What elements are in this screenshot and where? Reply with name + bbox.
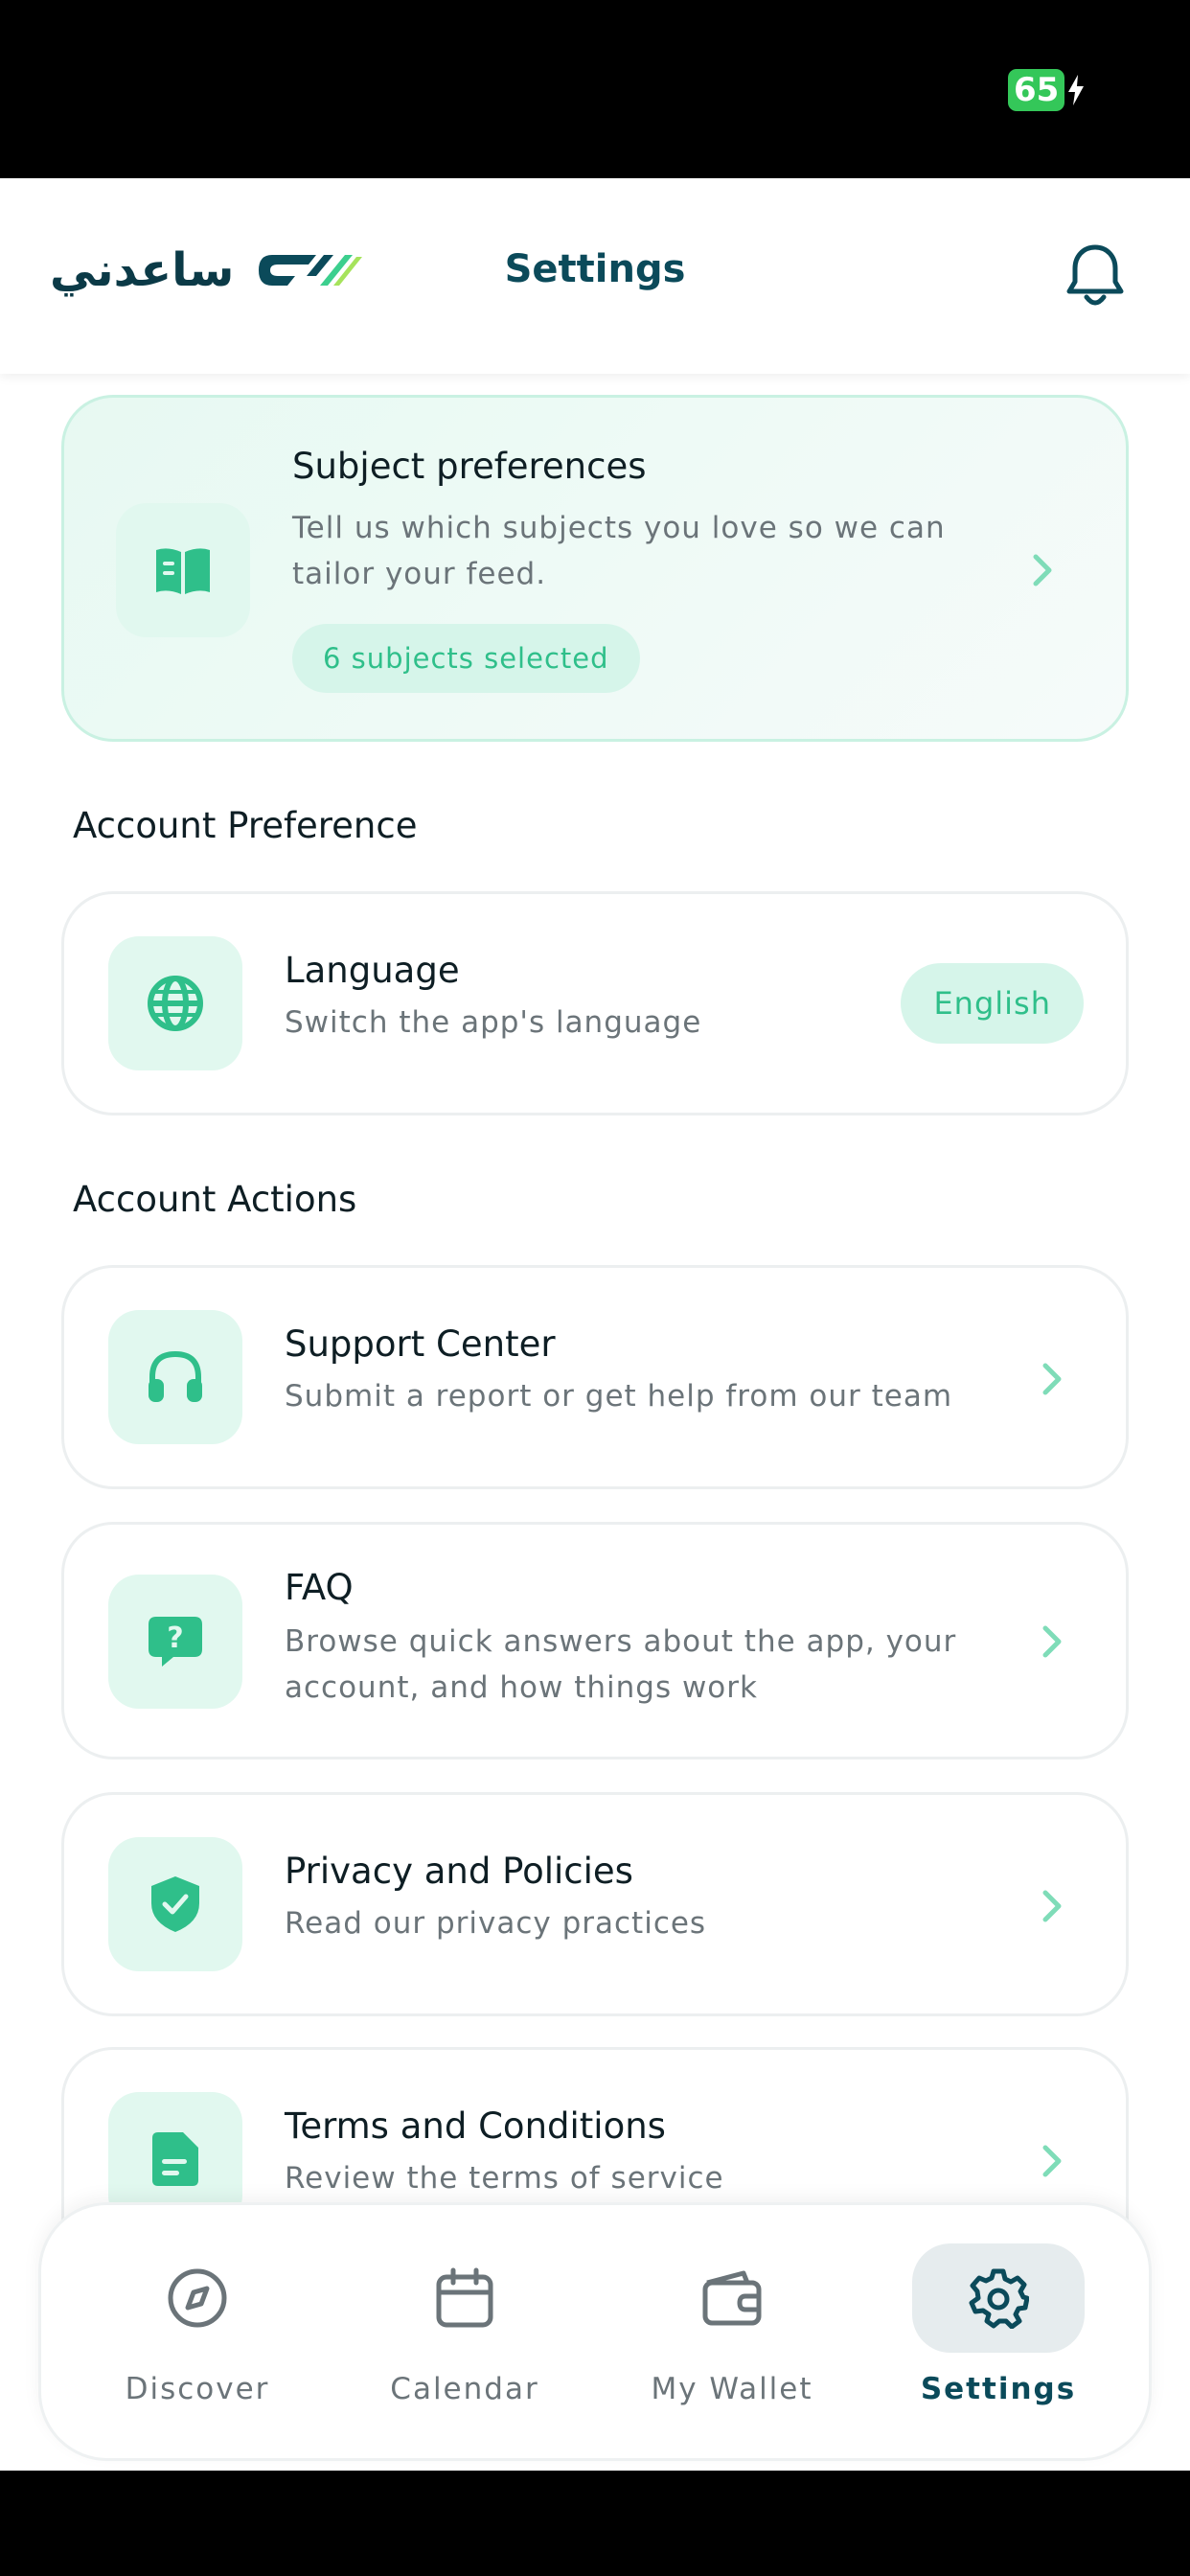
- subjects-selected-badge: 6 subjects selected: [292, 624, 640, 693]
- tab-calendar-label: Calendar: [390, 2372, 539, 2406]
- bell-icon[interactable]: [1064, 242, 1127, 310]
- chevron-right-icon: [1033, 554, 1052, 586]
- language-value-pill[interactable]: English: [901, 963, 1084, 1044]
- home-indicator-area: [0, 2471, 1190, 2576]
- privacy-policies-row[interactable]: Privacy and Policies Read our privacy pr…: [61, 1792, 1129, 2016]
- language-description: Switch the app's language: [285, 1005, 702, 1040]
- tab-settings[interactable]: Settings: [893, 2243, 1104, 2435]
- faq-row[interactable]: ? FAQ Browse quick answers about the app…: [61, 1522, 1129, 1760]
- chevron-right-icon: [1042, 2145, 1062, 2177]
- calendar-icon: [436, 2267, 493, 2328]
- book-open-icon: [156, 548, 210, 594]
- subject-preferences-title: Subject preferences: [292, 446, 647, 487]
- app-screen: ساعدني Settings Subject preferences Tell…: [0, 178, 1190, 2471]
- tab-calendar[interactable]: Calendar: [359, 2243, 570, 2435]
- subject-preferences-description: Tell us which subjects you love so we ca…: [292, 511, 946, 591]
- tab-calendar-icon-wrap: [378, 2243, 551, 2353]
- chevron-right-icon: [1042, 1625, 1062, 1658]
- document-icon: [152, 2132, 198, 2186]
- subject-icon-tile: [116, 503, 250, 637]
- faq-title: FAQ: [285, 1567, 354, 1608]
- battery-indicator: 65: [1008, 69, 1086, 111]
- support-icon-tile: [108, 1310, 242, 1444]
- language-row[interactable]: Language Switch the app's language Engli…: [61, 891, 1129, 1116]
- language-title: Language: [285, 950, 460, 991]
- subject-preferences-card[interactable]: Subject preferences Tell us which subjec…: [61, 395, 1129, 742]
- tab-settings-label: Settings: [920, 2372, 1077, 2406]
- bottom-tab-bar: Discover Calendar My Wallet Settings: [38, 2202, 1152, 2461]
- shield-check-icon: [151, 1876, 199, 1932]
- globe-icon: [148, 976, 203, 1031]
- top-header: ساعدني Settings: [0, 178, 1190, 374]
- settings-content: Subject preferences Tell us which subjec…: [0, 374, 1190, 2367]
- support-center-description: Submit a report or get help from our tea…: [285, 1379, 953, 1414]
- account-actions-heading: Account Actions: [73, 1179, 357, 1220]
- battery-level: 65: [1008, 69, 1065, 111]
- tab-discover-label: Discover: [125, 2372, 270, 2406]
- faq-description: Browse quick answers about the app, your…: [285, 1624, 957, 1705]
- chevron-right-icon: [1042, 1890, 1062, 1922]
- privacy-policies-description: Read our privacy practices: [285, 1906, 707, 1941]
- privacy-policies-title: Privacy and Policies: [285, 1851, 633, 1892]
- support-center-row[interactable]: Support Center Submit a report or get he…: [61, 1265, 1129, 1489]
- page-title: Settings: [504, 247, 686, 291]
- tab-wallet-icon-wrap: [646, 2243, 818, 2353]
- privacy-icon-tile: [108, 1837, 242, 1971]
- language-icon-tile: [108, 936, 242, 1070]
- tab-discover-icon-wrap: [111, 2243, 284, 2353]
- status-bar: 65: [0, 0, 1190, 178]
- support-center-title: Support Center: [285, 1323, 556, 1365]
- question-bubble-icon: ?: [149, 1617, 202, 1667]
- compass-icon: [168, 2268, 227, 2328]
- tab-discover[interactable]: Discover: [92, 2243, 303, 2435]
- charging-bolt-icon: [1068, 75, 1085, 105]
- svg-text:?: ?: [167, 1622, 183, 1655]
- chevron-right-icon: [1042, 1363, 1062, 1395]
- tab-my-wallet[interactable]: My Wallet: [627, 2243, 837, 2435]
- gear-icon: [969, 2268, 1029, 2329]
- headset-icon: [149, 1350, 202, 1402]
- terms-conditions-title: Terms and Conditions: [285, 2105, 666, 2147]
- terms-conditions-description: Review the terms of service: [285, 2161, 724, 2196]
- tab-my-wallet-label: My Wallet: [651, 2372, 813, 2406]
- wallet-icon: [702, 2270, 762, 2326]
- faq-icon-tile: ?: [108, 1575, 242, 1709]
- tab-settings-icon-wrap: [912, 2243, 1085, 2353]
- account-preference-heading: Account Preference: [73, 805, 418, 846]
